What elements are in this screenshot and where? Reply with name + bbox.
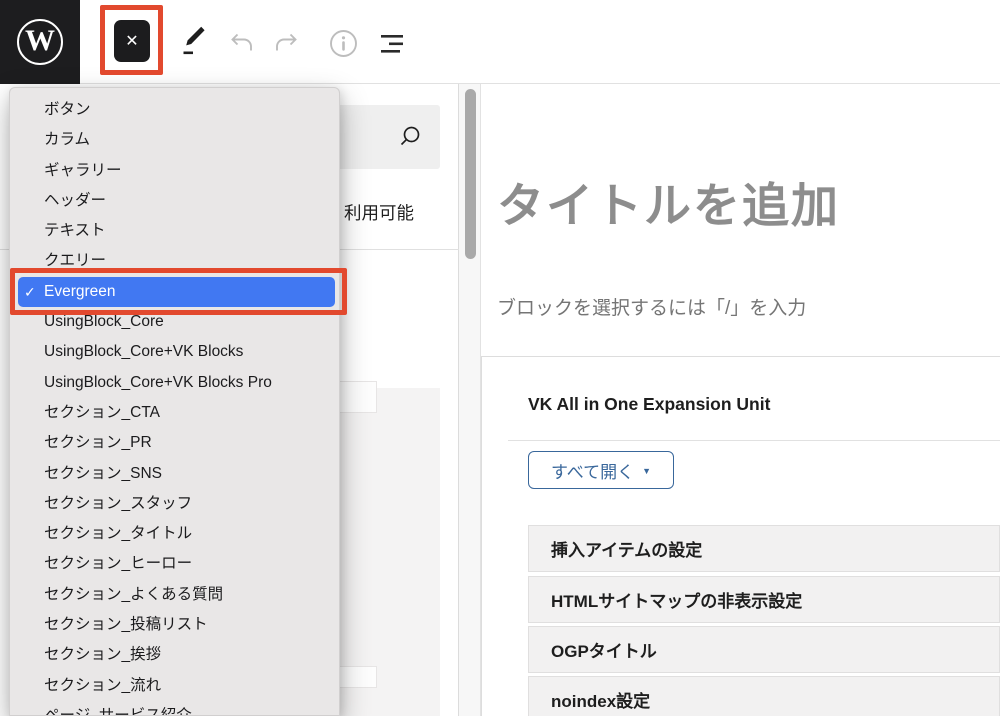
accordion-row-ogp-title[interactable]: OGPタイトル <box>528 626 1000 673</box>
search-icon <box>398 125 422 149</box>
dropdown-item-section-flow[interactable]: セクション_流れ <box>10 671 339 701</box>
accordion-row-html-sitemap[interactable]: HTMLサイトマップの非表示設定 <box>528 576 1000 623</box>
redo-button[interactable] <box>271 30 303 56</box>
dropdown-item-section-faq[interactable]: セクション_よくある質問 <box>10 580 339 610</box>
dropdown-item-section-sns[interactable]: セクション_SNS <box>10 459 339 489</box>
block-placeholder-text[interactable]: ブロックを選択するには「/」を入力 <box>497 293 806 320</box>
dropdown-item-usingblock-core[interactable]: UsingBlock_Core <box>10 307 339 337</box>
wordpress-logo-icon: W <box>17 19 63 65</box>
wordpress-logo-button[interactable]: W <box>0 0 80 84</box>
dropdown-item-usingblock-core-vk-pro[interactable]: UsingBlock_Core+VK Blocks Pro <box>10 368 339 398</box>
patterns-available-label: 利用可能 <box>344 200 414 225</box>
category-dropdown-menu: ボタン カラム ギャラリー ヘッダー テキスト クエリー ✓ Evergreen… <box>9 87 340 716</box>
dropdown-item-label: Evergreen <box>44 277 116 307</box>
dropdown-item-section-postlist[interactable]: セクション_投稿リスト <box>10 610 339 640</box>
dropdown-item-section-greeting[interactable]: セクション_挨拶 <box>10 640 339 670</box>
dropdown-item-evergreen[interactable]: ✓ Evergreen <box>18 277 335 307</box>
scrollbar-thumb[interactable] <box>465 89 476 259</box>
pattern-preview-element <box>337 381 377 413</box>
dropdown-item-section-staff[interactable]: セクション_スタッフ <box>10 489 339 519</box>
list-view-button[interactable] <box>381 34 405 54</box>
accordion-row-insert-item-settings[interactable]: 挿入アイテムの設定 <box>528 525 1000 572</box>
dropdown-item-columns[interactable]: カラム <box>10 125 339 155</box>
dropdown-item-text[interactable]: テキスト <box>10 216 339 246</box>
dropdown-item-section-pr[interactable]: セクション_PR <box>10 428 339 458</box>
dropdown-item-usingblock-core-vk[interactable]: UsingBlock_Core+VK Blocks <box>10 337 339 367</box>
dropdown-item-section-cta[interactable]: セクション_CTA <box>10 398 339 428</box>
close-icon: ✕ <box>125 31 138 51</box>
open-all-button[interactable]: すべて開く ▼ <box>528 451 674 489</box>
accordion-row-noindex[interactable]: noindex設定 <box>528 676 1000 716</box>
dropdown-item-section-title[interactable]: セクション_タイトル <box>10 519 339 549</box>
metabox-title: VK All in One Expansion Unit <box>528 394 770 415</box>
dropdown-item-query[interactable]: クエリー <box>10 246 339 276</box>
close-inserter-button[interactable]: ✕ <box>114 20 150 62</box>
metabox-top-border <box>481 356 1000 357</box>
chevron-down-icon: ▼ <box>642 466 651 476</box>
dropdown-item-header[interactable]: ヘッダー <box>10 186 339 216</box>
wordpress-logo-letter: W <box>25 26 55 56</box>
pattern-preview-element <box>337 666 377 688</box>
metabox-left-border <box>481 356 482 716</box>
undo-button[interactable] <box>225 30 257 56</box>
wordpress-editor-screen: W ✕ <box>0 0 1000 716</box>
scrollbar-track[interactable] <box>459 84 481 716</box>
info-button[interactable] <box>328 28 359 59</box>
open-all-label: すべて開く <box>551 458 634 483</box>
editor-canvas: タイトルを追加 ブロックを選択するには「/」を入力 VK All in One … <box>481 84 1000 716</box>
dropdown-item-section-hero[interactable]: セクション_ヒーロー <box>10 549 339 579</box>
dropdown-item-gallery[interactable]: ギャラリー <box>10 156 339 186</box>
editor-toolbar: W ✕ <box>0 0 1000 84</box>
dropdown-item-button[interactable]: ボタン <box>10 95 339 125</box>
checkmark-icon: ✓ <box>24 277 44 307</box>
edit-mode-button[interactable] <box>179 25 208 58</box>
post-title-input[interactable]: タイトルを追加 <box>497 167 840 236</box>
dropdown-item-page-service[interactable]: ページ_サービス紹介 <box>10 701 339 716</box>
metabox-title-divider <box>508 440 1000 441</box>
